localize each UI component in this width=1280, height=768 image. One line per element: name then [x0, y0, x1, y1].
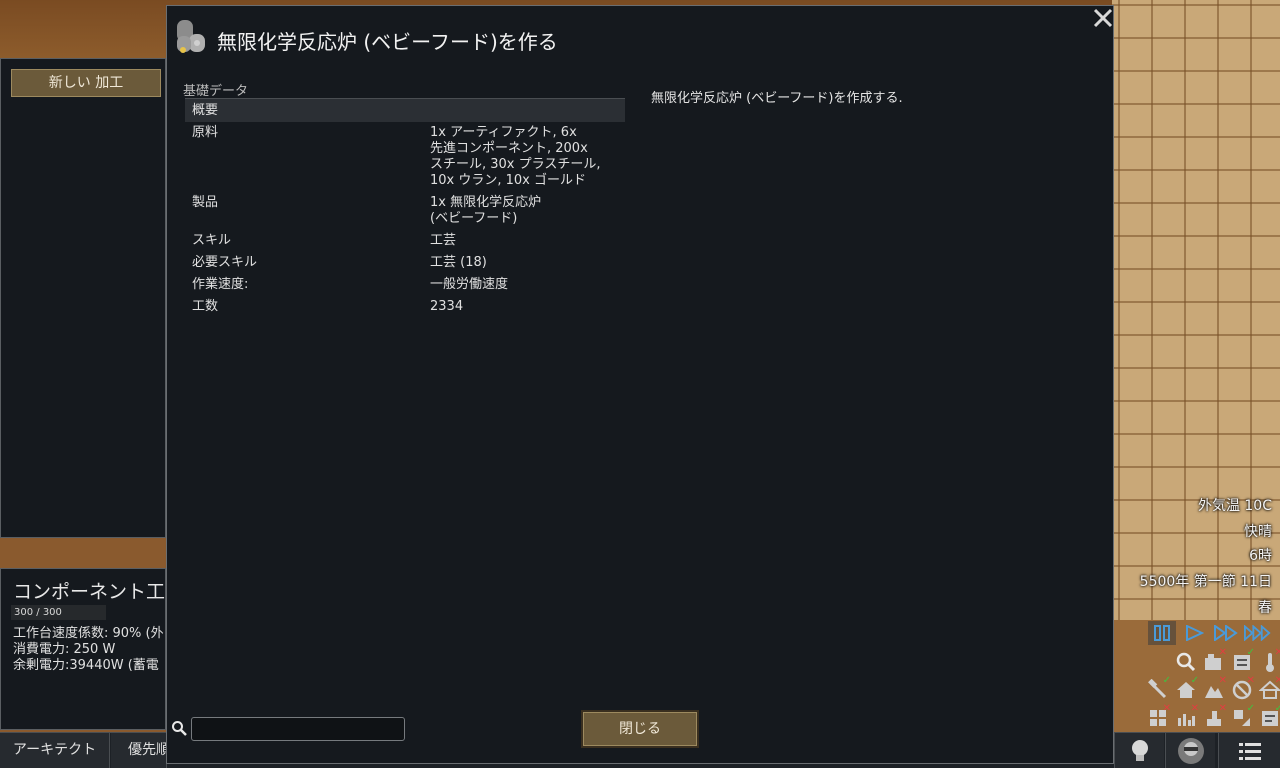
indoor-toggle-icon[interactable]: ✕ — [1256, 676, 1280, 704]
colonist-portrait-icon[interactable] — [1165, 733, 1215, 768]
grid-toggle-icon[interactable]: ✕ — [1144, 704, 1172, 732]
stat-value: 2334 — [430, 299, 464, 314]
stat-key: 必要スキル — [192, 255, 258, 270]
expand-toggle-icon[interactable]: ✓ — [1228, 704, 1256, 732]
tab-architect[interactable]: アーキテクト — [0, 733, 110, 768]
description-text: 無限化学反応炉 (ベビーフード)を作成する. — [651, 91, 903, 106]
terrain-toggle-icon[interactable]: ✕ — [1200, 676, 1228, 704]
work-speed-stat: 工作台速度係数: 90% (外 — [13, 626, 164, 641]
stat-key: 作業速度: — [192, 277, 249, 292]
stat-table: 概要 原料 1x アーティファクト, 6x 先進コンポーネント, 200x スチ… — [185, 98, 625, 318]
stat-row-required-skill[interactable]: 必要スキル 工芸 (18) — [185, 252, 625, 274]
date-label: 5500年 第一節 11日 — [1139, 574, 1272, 590]
toggle-placeholder — [1144, 648, 1172, 676]
surplus-power-stat: 余剰電力:39440W (蓄電 — [13, 658, 159, 673]
stat-value: 工芸 (18) — [430, 255, 487, 270]
bill-info-dialog: 無限化学反応炉 (ベビーフード)を作る 基礎データ 概要 原料 1x アーティフ… — [166, 5, 1114, 764]
stat-row-ingredients[interactable]: 原料 1x アーティファクト, 6x 先進コンポーネント, 200x スチール,… — [185, 122, 625, 192]
building-inspect-panel: コンポーネント工 300 / 300 工作台速度係数: 90% (外 消費電力:… — [0, 568, 166, 730]
search-icon — [171, 720, 187, 736]
stat-key: 原料 — [192, 125, 219, 140]
time-speed-controls — [1148, 620, 1276, 646]
play-settings-toggles: ✕ ✓ ✕ ✓ ✓ ✕ ✕ ✕ ✕ ✕ ✕ ✓ ✓ — [1144, 648, 1280, 732]
close-icon[interactable] — [1091, 6, 1115, 30]
stat-row-work-amount[interactable]: 工数 2334 — [185, 296, 625, 318]
stat-key: 工数 — [192, 299, 219, 314]
power-consumption-stat: 消費電力: 250 W — [13, 642, 116, 657]
tab-work-priorities[interactable]: 優先順 — [111, 733, 167, 768]
reactor-icon — [173, 16, 209, 56]
beauty-overlay-toggle-icon[interactable]: ✕ — [1172, 704, 1200, 732]
stat-value: 工芸 — [430, 233, 457, 248]
stat-key: 製品 — [192, 195, 219, 210]
pause-icon[interactable] — [1148, 621, 1176, 645]
building-title: コンポーネント工 — [13, 581, 166, 603]
stat-row-work-speed[interactable]: 作業速度: 一般労働速度 — [185, 274, 625, 296]
stat-value: 1x 無限化学反応炉 (ベビーフード) — [430, 195, 542, 226]
stat-value: 一般労働速度 — [430, 277, 509, 292]
building-stats: 工作台速度係数: 90% (外 消費電力: 250 W 余剰電力:39440W … — [13, 626, 164, 674]
hit-points-bar: 300 / 300 — [11, 605, 106, 620]
auto-build-toggle-icon[interactable]: ✓ — [1144, 676, 1172, 704]
section-label: 基礎データ — [183, 84, 249, 99]
home-area-toggle-icon[interactable]: ✓ — [1172, 676, 1200, 704]
stat-value: 1x アーティファクト, 6x 先進コンポーネント, 200x スチール, 30… — [430, 125, 601, 188]
ultra-speed-icon[interactable] — [1244, 621, 1272, 645]
stat-key: スキル — [192, 233, 232, 248]
dialog-title: 無限化学反応炉 (ベビーフード)を作る — [217, 30, 558, 54]
zone-overlay-toggle-icon[interactable]: ✕ — [1200, 648, 1228, 676]
summary-header: 概要 — [192, 103, 219, 118]
weather-label: 快晴 — [1244, 524, 1272, 540]
play-icon[interactable] — [1180, 621, 1208, 645]
new-bill-button[interactable]: 新しい 加工 — [11, 69, 161, 97]
lighting-toggle-icon[interactable]: ✕ — [1200, 704, 1228, 732]
notes-toggle-icon[interactable]: ✓ — [1256, 704, 1280, 732]
time-label: 6時 — [1249, 548, 1272, 564]
stat-row-skill[interactable]: スキル 工芸 — [185, 230, 625, 252]
menu-icon[interactable] — [1218, 733, 1280, 768]
roof-overlay-toggle-icon[interactable]: ✕ — [1228, 676, 1256, 704]
fast-forward-icon[interactable] — [1212, 621, 1240, 645]
close-button[interactable]: 閉じる — [581, 710, 699, 748]
outdoor-temperature: 外気温 10C — [1197, 498, 1272, 514]
stat-row-products[interactable]: 製品 1x 無限化学反応炉 (ベビーフード) — [185, 192, 625, 230]
season-label: 春 — [1258, 600, 1272, 616]
bills-panel: 新しい 加工 — [0, 58, 166, 538]
magnifier-toggle-icon[interactable] — [1172, 648, 1200, 676]
summary-header-row[interactable]: 概要 — [185, 98, 625, 122]
search-input[interactable] — [191, 717, 405, 741]
temperature-overlay-toggle-icon[interactable]: ✕ — [1256, 648, 1280, 676]
list-overlay-toggle-icon[interactable]: ✓ — [1228, 648, 1256, 676]
lightbulb-icon[interactable] — [1114, 733, 1164, 768]
